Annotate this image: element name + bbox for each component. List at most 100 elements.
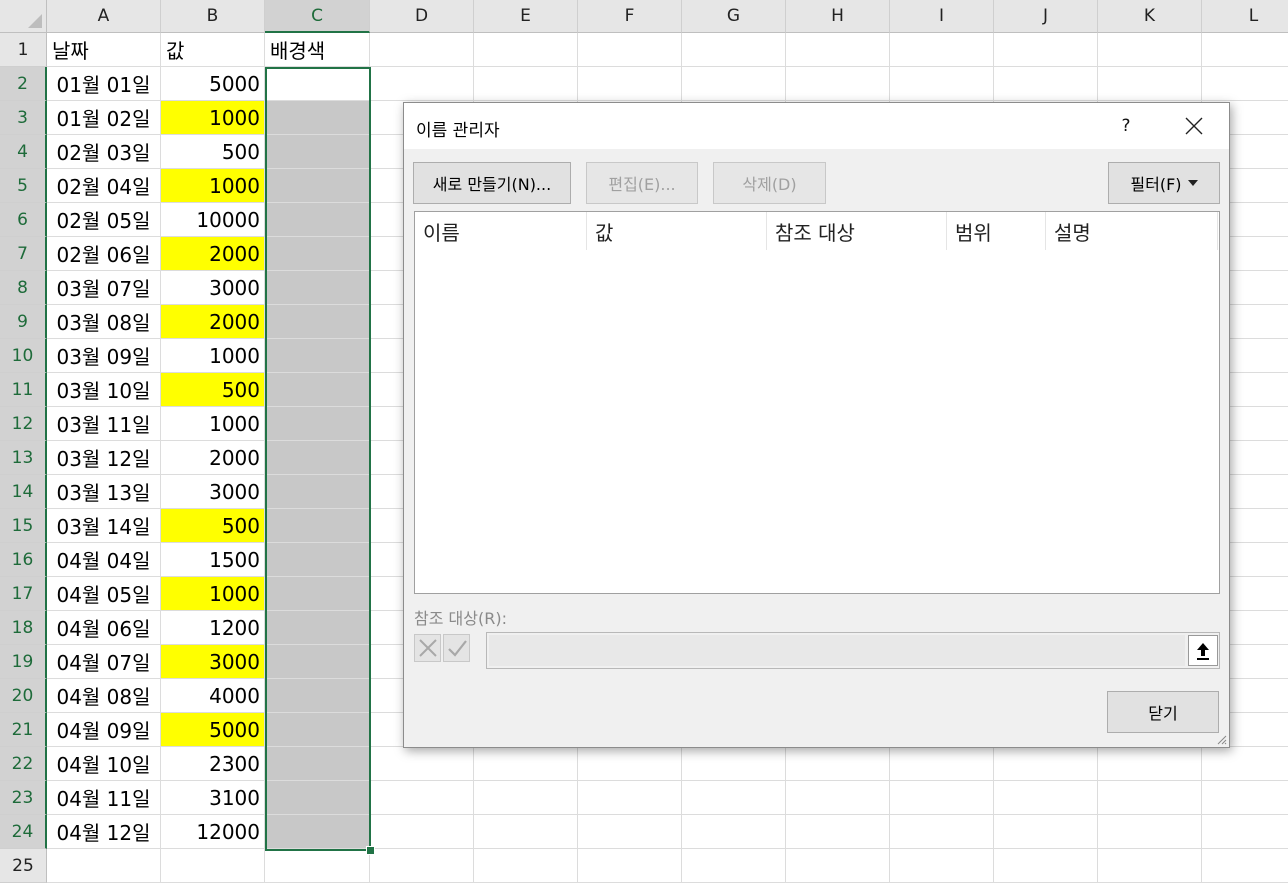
cell-b19[interactable]: 3000: [161, 645, 265, 679]
cell-b17[interactable]: 1000: [161, 577, 265, 611]
cell-a5[interactable]: 02월 04일: [47, 169, 161, 203]
cell-l2[interactable]: [1202, 67, 1288, 101]
cell-b2[interactable]: 5000: [161, 67, 265, 101]
cell-c15[interactable]: [265, 509, 370, 543]
cell-f25[interactable]: [578, 849, 682, 883]
cell-g24[interactable]: [682, 815, 786, 849]
cell-c19[interactable]: [265, 645, 370, 679]
row-header-21[interactable]: 21: [0, 713, 47, 747]
row-header-25[interactable]: 25: [0, 849, 47, 883]
cell-g23[interactable]: [682, 781, 786, 815]
cell-a23[interactable]: 04월 11일: [47, 781, 161, 815]
cell-a10[interactable]: 03월 09일: [47, 339, 161, 373]
cell-i22[interactable]: [890, 747, 994, 781]
cell-a8[interactable]: 03월 07일: [47, 271, 161, 305]
cell-c24[interactable]: [265, 815, 370, 849]
cell-b13[interactable]: 2000: [161, 441, 265, 475]
cell-e25[interactable]: [474, 849, 578, 883]
delete-button[interactable]: 삭제(D): [713, 162, 826, 204]
cell-l23[interactable]: [1202, 781, 1288, 815]
cell-l24[interactable]: [1202, 815, 1288, 849]
row-header-14[interactable]: 14: [0, 475, 47, 509]
cell-b8[interactable]: 3000: [161, 271, 265, 305]
cell-d23[interactable]: [370, 781, 474, 815]
cell-c20[interactable]: [265, 679, 370, 713]
row-header-11[interactable]: 11: [0, 373, 47, 407]
row-header-4[interactable]: 4: [0, 135, 47, 169]
row-header-12[interactable]: 12: [0, 407, 47, 441]
cell-b4[interactable]: 500: [161, 135, 265, 169]
cell-b22[interactable]: 2300: [161, 747, 265, 781]
cell-g2[interactable]: [682, 67, 786, 101]
cell-a17[interactable]: 04월 05일: [47, 577, 161, 611]
cell-i2[interactable]: [890, 67, 994, 101]
cell-b18[interactable]: 1200: [161, 611, 265, 645]
cell-a25[interactable]: [47, 849, 161, 883]
row-header-3[interactable]: 3: [0, 101, 47, 135]
row-header-15[interactable]: 15: [0, 509, 47, 543]
cell-b24[interactable]: 12000: [161, 815, 265, 849]
cell-c18[interactable]: [265, 611, 370, 645]
cell-j1[interactable]: [994, 33, 1098, 67]
names-list[interactable]: 이름 값 참조 대상 범위 설명: [414, 211, 1220, 594]
cell-b23[interactable]: 3100: [161, 781, 265, 815]
cell-b1[interactable]: 값: [161, 33, 265, 67]
row-header-24[interactable]: 24: [0, 815, 47, 849]
resize-grip-icon[interactable]: [1215, 733, 1227, 745]
cell-b10[interactable]: 1000: [161, 339, 265, 373]
cell-k23[interactable]: [1098, 781, 1202, 815]
cell-h23[interactable]: [786, 781, 890, 815]
cell-a11[interactable]: 03월 10일: [47, 373, 161, 407]
row-header-16[interactable]: 16: [0, 543, 47, 577]
cell-e23[interactable]: [474, 781, 578, 815]
dialog-titlebar[interactable]: 이름 관리자 ?: [404, 103, 1229, 149]
column-header-i[interactable]: I: [890, 0, 994, 33]
cell-k25[interactable]: [1098, 849, 1202, 883]
filter-button[interactable]: 필터(F): [1108, 162, 1220, 204]
cell-a15[interactable]: 03월 14일: [47, 509, 161, 543]
cell-h22[interactable]: [786, 747, 890, 781]
close-button[interactable]: 닫기: [1107, 691, 1219, 733]
cell-f23[interactable]: [578, 781, 682, 815]
cell-d25[interactable]: [370, 849, 474, 883]
cell-c13[interactable]: [265, 441, 370, 475]
cell-f22[interactable]: [578, 747, 682, 781]
cell-i25[interactable]: [890, 849, 994, 883]
list-header-scope[interactable]: 범위: [947, 212, 1046, 250]
cell-c3[interactable]: [265, 101, 370, 135]
cell-d22[interactable]: [370, 747, 474, 781]
cell-d1[interactable]: [370, 33, 474, 67]
cell-b15[interactable]: 500: [161, 509, 265, 543]
cell-l22[interactable]: [1202, 747, 1288, 781]
select-all-corner[interactable]: [0, 0, 47, 33]
cell-h24[interactable]: [786, 815, 890, 849]
cell-c8[interactable]: [265, 271, 370, 305]
cell-e24[interactable]: [474, 815, 578, 849]
cell-b11[interactable]: 500: [161, 373, 265, 407]
cell-f1[interactable]: [578, 33, 682, 67]
column-header-h[interactable]: H: [786, 0, 890, 33]
cell-b3[interactable]: 1000: [161, 101, 265, 135]
cell-c17[interactable]: [265, 577, 370, 611]
list-header-comment[interactable]: 설명: [1046, 212, 1218, 250]
help-button[interactable]: ?: [1114, 113, 1138, 139]
cell-a19[interactable]: 04월 07일: [47, 645, 161, 679]
cell-f24[interactable]: [578, 815, 682, 849]
row-header-6[interactable]: 6: [0, 203, 47, 237]
cell-a6[interactable]: 02월 05일: [47, 203, 161, 237]
cell-b20[interactable]: 4000: [161, 679, 265, 713]
column-header-e[interactable]: E: [474, 0, 578, 33]
list-header-refers-to[interactable]: 참조 대상: [767, 212, 947, 250]
cell-c2[interactable]: [265, 67, 370, 101]
cell-h1[interactable]: [786, 33, 890, 67]
cell-c6[interactable]: [265, 203, 370, 237]
cell-a22[interactable]: 04월 10일: [47, 747, 161, 781]
column-header-a[interactable]: A: [47, 0, 161, 33]
cell-c11[interactable]: [265, 373, 370, 407]
cell-b14[interactable]: 3000: [161, 475, 265, 509]
row-header-13[interactable]: 13: [0, 441, 47, 475]
list-header-name[interactable]: 이름: [415, 212, 587, 250]
cell-g22[interactable]: [682, 747, 786, 781]
cell-a3[interactable]: 01월 02일: [47, 101, 161, 135]
row-header-10[interactable]: 10: [0, 339, 47, 373]
